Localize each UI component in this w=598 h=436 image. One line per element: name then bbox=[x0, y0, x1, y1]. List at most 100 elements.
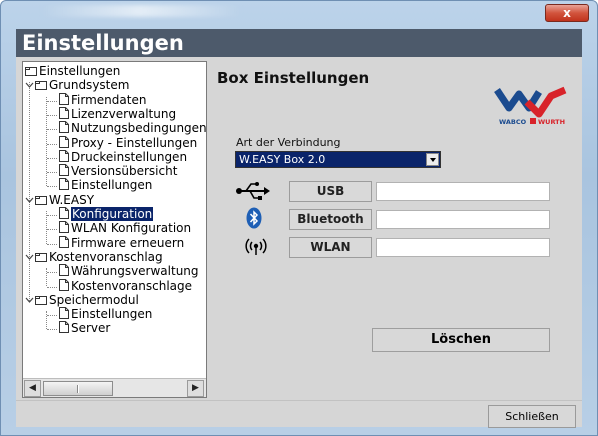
wabco-wurth-logo: WABCO WURTH bbox=[493, 78, 571, 128]
page-icon bbox=[59, 264, 69, 279]
tree-connector bbox=[46, 311, 47, 330]
page-icon bbox=[59, 149, 69, 165]
tree-connector bbox=[47, 143, 57, 145]
tree-connector bbox=[47, 157, 57, 159]
close-button[interactable]: Schließen bbox=[488, 405, 576, 428]
tree-node-label: Server bbox=[71, 321, 111, 336]
tree-node[interactable]: Firmware erneuern bbox=[59, 235, 185, 251]
connection-type-select[interactable]: W.EASY Box 2.0 bbox=[235, 151, 441, 168]
folder-icon bbox=[25, 65, 37, 79]
tree-connector bbox=[47, 329, 57, 331]
tree-expand-toggle[interactable] bbox=[25, 81, 34, 90]
tree-node[interactable]: Kostenvoranschlag bbox=[35, 250, 163, 264]
tree-node[interactable]: Firmendaten bbox=[59, 92, 147, 108]
tree-node-label: Einstellungen bbox=[71, 178, 153, 193]
tree-node-label: Druckeinstellungen bbox=[71, 149, 188, 164]
tree-expand-toggle[interactable] bbox=[25, 196, 34, 205]
tree-connector bbox=[47, 129, 57, 131]
page-icon bbox=[59, 178, 69, 193]
tree-connector bbox=[47, 186, 57, 188]
tree-node[interactable]: Speichermodul bbox=[35, 293, 139, 307]
tree-node-label: Nutzungsbedingungen bbox=[71, 121, 207, 136]
tree-connector bbox=[47, 315, 57, 317]
tree-node-label: Konfiguration bbox=[71, 207, 154, 221]
delete-button[interactable]: Löschen bbox=[372, 328, 550, 352]
tree-node-label: Versionsübersicht bbox=[71, 164, 178, 179]
bluetooth-icon bbox=[246, 207, 266, 229]
window-close-button[interactable]: x bbox=[545, 4, 589, 22]
tree-node[interactable]: WLAN Konfiguration bbox=[59, 221, 191, 235]
footer-divider bbox=[16, 400, 582, 401]
tree-node-label: Firmware erneuern bbox=[71, 235, 185, 250]
folder-icon bbox=[35, 194, 47, 208]
logo-text-left: WABCO bbox=[499, 118, 527, 126]
tree-node[interactable]: Währungsverwaltung bbox=[59, 264, 199, 278]
tree-connector bbox=[47, 100, 57, 102]
tree-node[interactable]: Einstellungen bbox=[59, 178, 152, 192]
tree-node-label: W.EASY bbox=[49, 192, 95, 207]
tree-horizontal-scrollbar[interactable]: ◀ ▶ bbox=[23, 378, 206, 397]
tree-node-label: Einstellungen bbox=[71, 307, 153, 322]
tree-connector bbox=[47, 215, 57, 216]
tree-node-label: Kostenvoranschlag bbox=[49, 249, 163, 264]
tree-node[interactable]: Kostenvoranschlage bbox=[59, 278, 193, 294]
bluetooth-button[interactable]: Bluetooth bbox=[289, 209, 372, 230]
panel-title: Box Einstellungen bbox=[217, 69, 370, 87]
tree-connector bbox=[47, 229, 57, 231]
tree-node[interactable]: Proxy - Einstellungen bbox=[59, 135, 198, 151]
wlan-button[interactable]: WLAN bbox=[289, 237, 372, 258]
page-icon bbox=[59, 207, 69, 222]
tree-expand-toggle[interactable] bbox=[25, 253, 34, 262]
wlan-field[interactable] bbox=[376, 238, 550, 257]
bluetooth-field[interactable] bbox=[376, 210, 550, 229]
tree-node[interactable]: Versionsübersicht bbox=[59, 164, 177, 178]
tree-node[interactable]: Einstellungen bbox=[25, 64, 120, 78]
scroll-right-button[interactable]: ▶ bbox=[187, 380, 204, 397]
tree-node[interactable]: Einstellungen bbox=[59, 307, 152, 321]
tree-node-label: Proxy - Einstellungen bbox=[71, 135, 198, 150]
page-icon bbox=[59, 278, 69, 294]
tree-node-label: Grundsystem bbox=[49, 78, 130, 93]
chevron-down-icon[interactable] bbox=[426, 153, 439, 166]
tree-node[interactable]: Nutzungsbedingungen bbox=[59, 121, 207, 136]
tree-node-label: Lizenzverwaltung bbox=[71, 106, 177, 121]
usb-button[interactable]: USB bbox=[289, 181, 372, 202]
tree-connector bbox=[47, 172, 57, 174]
tree-node[interactable]: Grundsystem bbox=[35, 78, 129, 92]
folder-icon bbox=[35, 79, 47, 93]
tree-node-label: WLAN Konfiguration bbox=[71, 221, 192, 236]
tree-expand-toggle[interactable] bbox=[25, 296, 34, 305]
tree-list: Einstellungen Grundsystem Firmendaten Lizen… bbox=[23, 62, 207, 377]
page-title: Einstellungen bbox=[16, 29, 582, 57]
tree-node[interactable]: Druckeinstellungen bbox=[59, 149, 188, 165]
settings-tree[interactable]: Einstellungen Grundsystem Firmendaten Lizen… bbox=[22, 61, 207, 398]
page-icon bbox=[59, 221, 69, 236]
tree-node[interactable]: Lizenzverwaltung bbox=[59, 106, 177, 121]
page-icon bbox=[59, 321, 69, 336]
connection-type-value: W.EASY Box 2.0 bbox=[239, 153, 326, 166]
tree-node[interactable]: Server bbox=[59, 321, 110, 335]
tree-connector bbox=[29, 82, 30, 301]
tree-node-label: Kostenvoranschlage bbox=[71, 278, 193, 293]
tree-node-label: Einstellungen bbox=[39, 64, 121, 78]
folder-icon bbox=[35, 294, 47, 308]
page-icon bbox=[59, 135, 69, 151]
scroll-thumb[interactable] bbox=[43, 381, 113, 396]
page-icon bbox=[59, 235, 69, 251]
tree-node-label: Firmendaten bbox=[71, 92, 147, 107]
page-icon bbox=[59, 92, 69, 108]
connection-type-label: Art der Verbindung bbox=[236, 136, 341, 149]
usb-field[interactable] bbox=[376, 182, 550, 201]
tree-node-label: Währungsverwaltung bbox=[71, 264, 199, 279]
tree-node[interactable]: Konfiguration bbox=[59, 207, 154, 222]
page-icon bbox=[59, 307, 69, 322]
usb-icon bbox=[236, 180, 270, 202]
scroll-left-button[interactable]: ◀ bbox=[24, 380, 41, 397]
wlan-icon bbox=[244, 235, 268, 257]
page-icon bbox=[59, 164, 69, 179]
tree-node[interactable]: W.EASY bbox=[35, 193, 94, 207]
page-icon bbox=[59, 121, 69, 136]
folder-icon bbox=[35, 251, 47, 265]
tree-connector bbox=[46, 268, 47, 287]
titlebar-blurred-title bbox=[41, 5, 241, 17]
